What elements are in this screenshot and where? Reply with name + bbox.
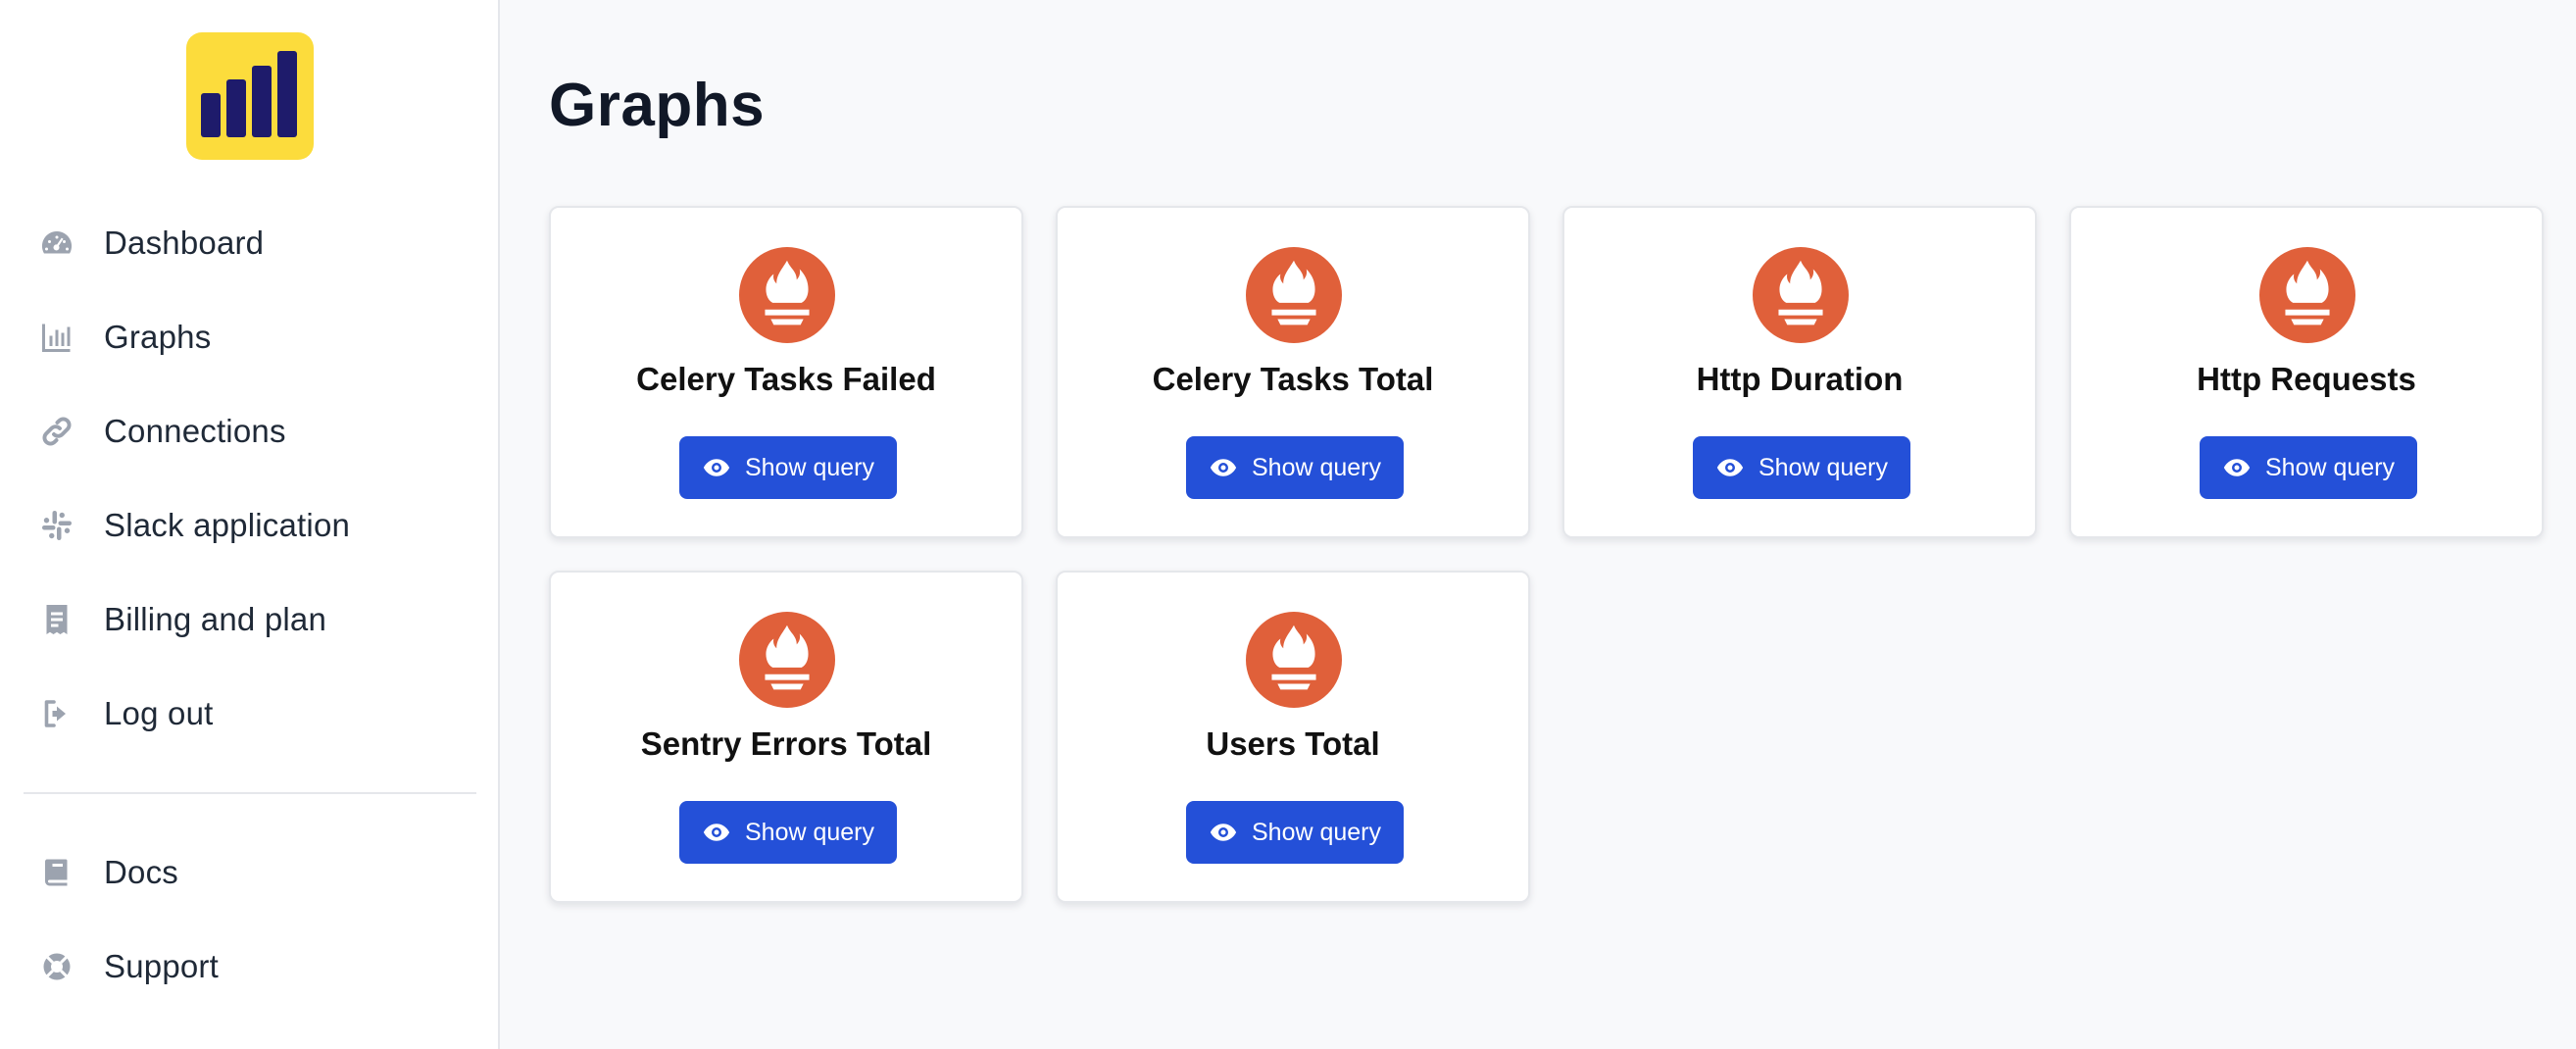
sidebar-item-docs[interactable]: Docs — [0, 825, 500, 920]
sidebar-secondary-nav: Docs Support — [0, 825, 500, 1014]
show-query-label: Show query — [2264, 453, 2396, 481]
graph-card: Celery Tasks Total Show query — [1056, 206, 1530, 538]
sidebar-item-support[interactable]: Support — [0, 920, 500, 1014]
sidebar-item-label: Dashboard — [104, 225, 265, 261]
main-content: Graphs Celery Tasks Failed Show query Ce… — [500, 0, 2576, 1049]
show-query-label: Show query — [1251, 818, 1382, 846]
show-query-button[interactable]: Show query — [1186, 436, 1404, 499]
sidebar-item-label: Billing and plan — [104, 601, 327, 637]
sidebar-item-billing[interactable]: Billing and plan — [0, 573, 500, 667]
gauge-icon — [37, 224, 76, 263]
sidebar-item-graphs[interactable]: Graphs — [0, 290, 500, 384]
sidebar-item-label: Slack application — [104, 507, 351, 543]
show-query-label: Show query — [1758, 453, 1889, 481]
show-query-button[interactable]: Show query — [1186, 801, 1404, 864]
graph-card: Http Requests Show query — [2069, 206, 2544, 538]
sidebar-item-label: Log out — [104, 695, 214, 731]
prometheus-icon — [1246, 612, 1342, 708]
app: Dashboard Graphs Connections Slack appli… — [0, 0, 2576, 1049]
show-query-label: Show query — [744, 818, 875, 846]
graph-card-title: Celery Tasks Total — [1152, 361, 1434, 397]
graph-card-title: Http Duration — [1696, 361, 1904, 397]
graph-card: Sentry Errors Total Show query — [549, 571, 1023, 903]
graph-card: Users Total Show query — [1056, 571, 1530, 903]
logout-icon — [37, 694, 76, 733]
prometheus-icon — [739, 612, 835, 708]
eye-icon — [703, 824, 730, 841]
prometheus-icon — [1753, 247, 1849, 343]
link-icon — [37, 412, 76, 451]
graph-card: Celery Tasks Failed Show query — [549, 206, 1023, 538]
graph-card: Http Duration Show query — [1562, 206, 2037, 538]
sidebar: Dashboard Graphs Connections Slack appli… — [0, 0, 500, 1049]
receipt-icon — [37, 600, 76, 639]
eye-icon — [2223, 459, 2251, 476]
prometheus-icon — [2259, 247, 2355, 343]
eye-icon — [1210, 824, 1237, 841]
show-query-label: Show query — [744, 453, 875, 481]
graph-card-title: Users Total — [1206, 725, 1380, 762]
show-query-button[interactable]: Show query — [1693, 436, 1910, 499]
eye-icon — [1716, 459, 1744, 476]
sidebar-nav: Dashboard Graphs Connections Slack appli… — [0, 196, 500, 761]
prometheus-icon — [1246, 247, 1342, 343]
graph-grid: Celery Tasks Failed Show query Celery Ta… — [549, 206, 2544, 903]
sidebar-divider — [24, 792, 476, 794]
graph-card-title: Sentry Errors Total — [640, 725, 932, 762]
page-title: Graphs — [549, 72, 766, 139]
show-query-button[interactable]: Show query — [679, 801, 897, 864]
show-query-button[interactable]: Show query — [679, 436, 897, 499]
show-query-label: Show query — [1251, 453, 1382, 481]
sidebar-item-label: Docs — [104, 854, 178, 890]
sidebar-item-label: Graphs — [104, 319, 212, 355]
bar-chart-icon — [37, 318, 76, 357]
graph-card-title: Celery Tasks Failed — [636, 361, 936, 397]
graph-card-title: Http Requests — [2197, 361, 2416, 397]
app-logo[interactable] — [186, 32, 314, 160]
eye-icon — [1210, 459, 1237, 476]
lifebuoy-icon — [37, 947, 76, 986]
sidebar-item-connections[interactable]: Connections — [0, 384, 500, 478]
show-query-button[interactable]: Show query — [2200, 436, 2417, 499]
eye-icon — [703, 459, 730, 476]
sidebar-item-label: Support — [104, 948, 219, 984]
bar-chart-logo-icon — [201, 51, 297, 137]
slack-icon — [37, 506, 76, 545]
sidebar-item-label: Connections — [104, 413, 286, 449]
sidebar-item-logout[interactable]: Log out — [0, 667, 500, 761]
book-icon — [37, 853, 76, 892]
sidebar-item-slack[interactable]: Slack application — [0, 478, 500, 573]
prometheus-icon — [739, 247, 835, 343]
sidebar-item-dashboard[interactable]: Dashboard — [0, 196, 500, 290]
